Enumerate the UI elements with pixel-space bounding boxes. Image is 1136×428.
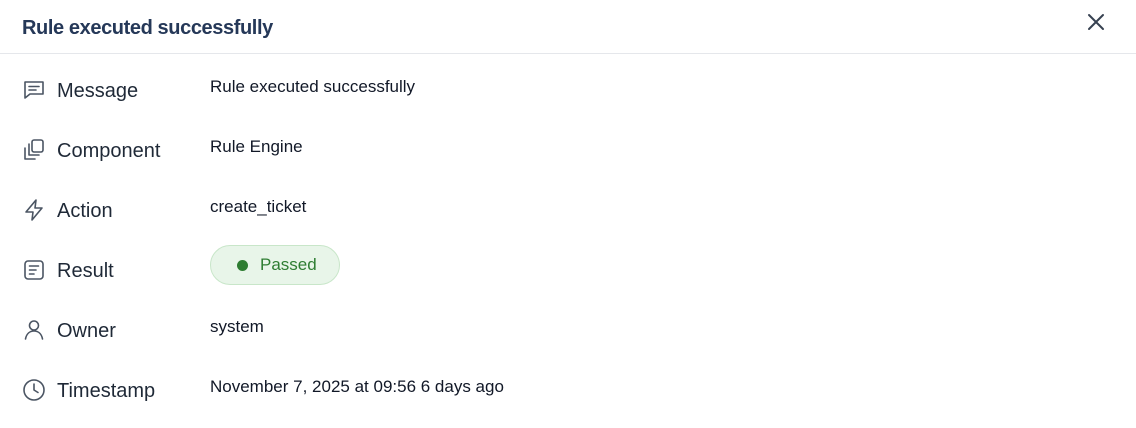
field-value-action: create_ticket — [210, 197, 307, 216]
result-icon — [22, 258, 46, 282]
field-timestamp: Timestamp November 7, 2025 at 09:56 6 da… — [0, 369, 1136, 409]
field-owner: Owner system — [0, 309, 1136, 349]
field-label-result: Result — [57, 260, 114, 282]
field-value-owner: system — [210, 317, 264, 336]
field-label-component: Component — [57, 140, 161, 162]
status-dot — [237, 259, 248, 271]
field-label-owner: Owner — [57, 320, 116, 342]
user-icon — [22, 318, 46, 342]
clock-icon — [22, 378, 46, 402]
panel-header: Rule executed successfully — [0, 0, 1136, 54]
field-value-timestamp: November 7, 2025 at 09:56 6 days ago — [210, 377, 504, 396]
status-badge: Passed — [210, 245, 340, 285]
field-message: Message Rule executed successfully — [0, 69, 1136, 109]
component-icon — [22, 138, 46, 162]
field-action: Action create_ticket — [0, 189, 1136, 229]
field-label-message: Message — [57, 80, 139, 102]
message-icon — [22, 78, 46, 102]
close-icon — [1088, 14, 1104, 30]
status-badge-label: Passed — [260, 255, 317, 274]
lightning-icon — [22, 198, 46, 222]
field-label-action: Action — [57, 200, 113, 222]
field-value-message: Rule executed successfully — [210, 77, 416, 96]
field-value-component: Rule Engine — [210, 137, 303, 156]
close-button[interactable] — [1084, 10, 1108, 34]
field-component: Component Rule Engine — [0, 129, 1136, 169]
field-result: Result Passed — [0, 245, 1136, 289]
panel-title: Rule executed successfully — [22, 17, 273, 39]
field-label-timestamp: Timestamp — [57, 380, 156, 402]
